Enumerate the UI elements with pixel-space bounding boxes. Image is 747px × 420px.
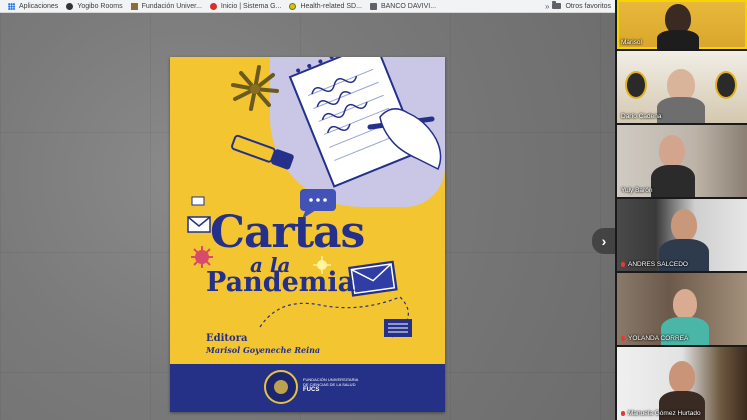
yogibo-icon <box>66 2 74 10</box>
participant-name: Darío Cadena <box>621 113 662 120</box>
bookmark-label: BANCO DAVIVI... <box>380 2 437 10</box>
fuc-icon <box>130 2 138 10</box>
participant-name-tag: Darío Cadena <box>621 113 661 120</box>
sistema-icon <box>209 2 217 10</box>
emblem-icon <box>625 71 647 99</box>
muted-mic-icon <box>621 336 625 341</box>
participant-name: ANDRES SALCEDO <box>628 261 688 268</box>
participant-name: Marisol <box>621 39 642 46</box>
participant-video <box>669 361 695 393</box>
bookmark-banco[interactable]: BANCO DAVIVI... <box>369 2 437 10</box>
chevron-right-icon: › <box>601 233 607 249</box>
participant-name-tag: Manuela Gómez Hurtado <box>621 410 701 417</box>
footer-institution: FUNDACIÓN UNIVERSITARIA DE CIENCIAS DE L… <box>303 377 383 394</box>
participant-body <box>657 97 705 123</box>
cover-editor-label: Editora <box>206 333 248 344</box>
participant-name-tag: YOLANDA CORREA <box>621 335 688 342</box>
bookmark-label: Aplicaciones <box>19 2 59 10</box>
bookmark-sistema[interactable]: Inicio | Sistema G... <box>209 2 282 10</box>
envelope-small-icon <box>187 196 211 233</box>
banco-icon <box>369 2 377 10</box>
bookmark-label: Fundación Univer... <box>141 2 202 10</box>
emblem-icon <box>715 71 737 99</box>
participant-tile[interactable]: ANDRES SALCEDO <box>617 199 747 271</box>
health-icon <box>289 2 297 10</box>
next-page-button[interactable]: › <box>592 228 616 254</box>
participant-name-tag: ANDRES SALCEDO <box>621 261 688 268</box>
other-bookmarks[interactable]: Otros favoritos <box>552 1 611 10</box>
bookmark-label: Health-related SD... <box>300 2 362 10</box>
cover-title-cartas: Cartas <box>210 207 365 258</box>
cover-editor-name: Marisol Goyeneche Reina <box>206 345 321 355</box>
participant-tile[interactable]: Yuly Barón <box>617 125 747 197</box>
participant-body <box>651 165 695 197</box>
bookmark-yogibo[interactable]: Yogibo Rooms <box>66 2 123 10</box>
participant-video <box>671 209 697 241</box>
bookmark-label: Inicio | Sistema G... <box>220 2 282 10</box>
participant-name: YOLANDA CORREA <box>628 335 689 342</box>
participant-name: Yuly Barón <box>621 187 653 194</box>
participant-video <box>673 289 697 319</box>
participant-tile[interactable]: YOLANDA CORREA <box>617 273 747 345</box>
participant-name-tag: Marisol <box>621 39 642 46</box>
participant-name: Manuela Gómez Hurtado <box>628 410 701 417</box>
cover-footer: FUNDACIÓN UNIVERSITARIA DE CIENCIAS DE L… <box>170 364 445 412</box>
muted-mic-icon <box>621 411 625 416</box>
book-cover: Cartas a la Pandemia Editora Marisol Goy… <box>170 57 445 412</box>
participant-body <box>657 30 699 49</box>
muted-mic-icon <box>621 262 625 267</box>
university-seal-icon <box>264 370 298 404</box>
bookmarks-bar: Aplicaciones Yogibo Rooms Fundación Univ… <box>0 0 615 13</box>
envelope-icon <box>348 260 398 297</box>
bookmark-health[interactable]: Health-related SD... <box>289 2 362 10</box>
bookmark-fundacion[interactable]: Fundación Univer... <box>130 2 202 10</box>
other-bookmarks-label: Otros favoritos <box>565 2 611 10</box>
cover-title-pandemia: Pandemia <box>206 267 356 298</box>
participants-panel: Marisol Darío Cadena Yuly Barón ANDRES S… <box>615 0 747 420</box>
participant-video <box>659 135 685 167</box>
letter-icon <box>384 319 412 337</box>
participant-name-tag: Yuly Barón <box>621 187 652 194</box>
bookmark-apps[interactable]: Aplicaciones <box>8 2 59 10</box>
marker-icon <box>231 134 294 170</box>
apps-icon <box>8 2 15 10</box>
palm-leaf-icon <box>231 65 279 111</box>
bookmark-label: Yogibo Rooms <box>77 2 123 10</box>
participant-tile[interactable]: Marisol <box>617 0 747 49</box>
bookmarks-overflow-button[interactable]: » <box>545 2 549 11</box>
participant-tile[interactable]: Darío Cadena <box>617 51 747 123</box>
footer-brand: FUCS <box>303 387 320 393</box>
folder-icon <box>552 1 562 9</box>
participant-tile[interactable]: Manuela Gómez Hurtado <box>617 347 747 420</box>
